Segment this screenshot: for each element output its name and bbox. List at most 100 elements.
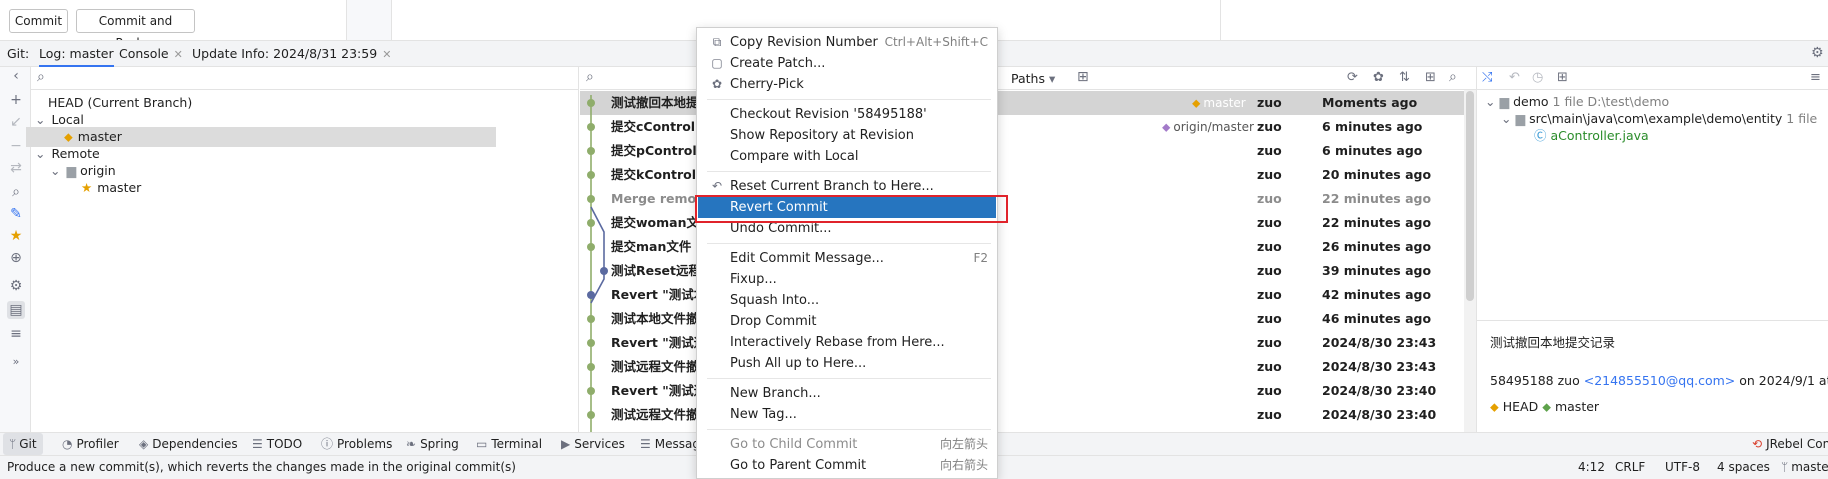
messages-icon: ☰ [640,437,651,451]
git-label: Git: [7,46,30,61]
commit-button[interactable]: Commit [9,9,68,33]
details-date: on 2024/9/1 at 0:21 [1739,373,1828,388]
commit-date: 42 minutes ago [1322,287,1432,302]
commit-and-push-button[interactable]: Commit and Push... [76,9,195,50]
settings-icon[interactable]: ⚙ [7,277,25,295]
package-meta: 1 file [1786,111,1818,126]
file-encoding[interactable]: UTF-8 [1665,460,1700,474]
menu-item-compare-with-local[interactable]: Compare with Local [698,146,996,167]
menu-item-label: Copy Revision Number [730,35,878,50]
menu-item-label: Cherry-Pick [730,77,804,92]
details-title: 测试撤回本地提交记录 [1490,335,1616,350]
tab-log-master[interactable]: Log: master [39,41,114,67]
tool-jrebel-console[interactable]: ⟲JRebel Cons [1752,433,1828,455]
menu-item-new-tag[interactable]: New Tag... [698,404,996,425]
collapse-icon[interactable]: ≡ [1810,70,1821,85]
graph-node [587,243,595,251]
search-icon[interactable]: ⌕ [1449,69,1457,85]
tag-icon: ⬥ [1192,96,1201,110]
menu-item-go-to-parent-commit[interactable]: Go to Parent Commit 向右箭头 [698,455,996,476]
arrow-down-left-icon[interactable]: ↙ [7,113,25,131]
menu-item-show-repository[interactable]: Show Repository at Revision [698,125,996,146]
tool-messages[interactable]: ☰ Messag [640,433,700,455]
refresh-icon[interactable]: ⟳ [1347,70,1358,85]
layout-icon[interactable]: ▤ [7,301,25,319]
revert-icon[interactable]: ↶ [1509,70,1520,85]
git-branch-widget[interactable]: ᛘmaster [1781,460,1828,474]
tool-problems[interactable]: ⓘ Problems [321,433,392,455]
tool-spring[interactable]: ❧ Spring [406,433,459,455]
add-filter-icon[interactable]: ⊞ [1077,69,1089,85]
commit-date: 2024/8/30 23:40 [1322,407,1437,422]
profiler-icon: ◔ [62,437,73,451]
menu-item-create-patch[interactable]: ▢ Create Patch... [698,53,996,74]
branch-search-field[interactable]: ⌕ [31,67,579,90]
tab-update-info[interactable]: Update Info: 2024/8/31 23:59 ✕ [192,41,391,67]
tag-icon: ⬥ [1162,120,1171,134]
delete-icon[interactable]: − [7,137,25,155]
collapse-icon[interactable]: ≡ [7,325,25,343]
search-icon[interactable]: ⌕ [7,183,25,201]
tool-terminal[interactable]: ▭ Terminal [476,433,542,455]
add-icon[interactable]: + [7,91,25,109]
cherry-pick-icon[interactable]: ✿ [1373,70,1384,85]
copy-icon: ⧉ [712,35,722,49]
git-branch-icon: ᛘ [1781,460,1789,474]
folder-icon: ▆ [1515,111,1526,126]
more-icon[interactable]: » [7,353,25,371]
close-icon[interactable]: ✕ [174,48,183,61]
navigate-icon[interactable]: ⊕ [7,249,25,267]
update-icon[interactable]: ✎ [7,205,25,223]
paths-filter[interactable]: Paths ▾ [1011,71,1055,86]
graph-node [587,123,595,131]
log-scrollbar-thumb[interactable] [1466,91,1474,301]
menu-item-reset-current-branch[interactable]: ↶ Reset Current Branch to Here... [698,176,996,197]
menu-item-cherry-pick[interactable]: ✿ Cherry-Pick [698,74,996,95]
commit-date: 20 minutes ago [1322,167,1432,182]
tool-git[interactable]: ᛘ Git [3,433,43,455]
history-icon[interactable]: ◷ [1532,70,1543,85]
commit-author: zuo [1257,311,1282,326]
graph-node [587,171,595,179]
merge-icon[interactable]: ⇄ [7,159,25,177]
commit-date: 6 minutes ago [1322,143,1423,158]
branch-tag-label: origin/master [1173,120,1254,134]
tab-console[interactable]: Console ✕ [119,41,183,67]
details-email[interactable]: <214855510@qq.com> [1584,373,1736,388]
tool-services[interactable]: ▶ Services [561,433,625,455]
package-name: src\main\java\com\example\demo\entity [1529,111,1783,126]
tool-todo[interactable]: ☰ TODO [252,433,302,455]
changed-file[interactable]: ⒸaController.java [1534,126,1649,146]
caret-position[interactable]: 4:12 [1578,460,1605,474]
chevron-left-icon[interactable]: ‹ [7,67,25,85]
view-options-icon[interactable]: ⊞ [1425,70,1436,85]
branch-origin-master[interactable]: ★ master [81,178,141,198]
tool-dependencies[interactable]: ◈ Dependencies [139,433,238,455]
menu-item-go-to-child-commit[interactable]: Go to Child Commit 向左箭头 [698,434,996,455]
commit-graph [587,95,608,432]
menu-item-push-all-up-to-here[interactable]: Push All up to Here... [698,353,996,374]
line-separator[interactable]: CRLF [1615,460,1645,474]
tool-label: Terminal [491,437,543,451]
menu-item-new-branch[interactable]: New Branch... [698,383,996,404]
menu-item-label: Checkout Revision '58495188' [730,107,927,122]
folder-icon: ▆ [66,163,77,178]
menu-item-checkout-revision[interactable]: Checkout Revision '58495188' [698,104,996,125]
menu-item-drop-commit[interactable]: Drop Commit [698,311,996,332]
diff-icon[interactable]: ⤭ [1482,70,1492,85]
menu-item-edit-commit-message[interactable]: Edit Commit Message... F2 [698,248,996,269]
commit-date: 26 minutes ago [1322,239,1432,254]
menu-item-squash-into[interactable]: Squash Into... [698,290,996,311]
toolbar-divider [1220,0,1221,40]
close-icon[interactable]: ✕ [382,48,391,61]
indent-setting[interactable]: 4 spaces [1717,460,1770,474]
grid-icon[interactable]: ⊞ [1557,70,1568,85]
gear-icon[interactable]: ⚙ [1811,45,1824,61]
star-icon[interactable]: ★ [7,227,25,245]
menu-item-copy-revision-number[interactable]: ⧉ Copy Revision Number Ctrl+Alt+Shift+C [698,32,996,53]
sort-icon[interactable]: ⇅ [1399,70,1410,85]
tool-profiler[interactable]: ◔ Profiler [62,433,119,455]
commit-details-panel: ⤭ ↶ ◷ ⊞ ≡ ⌄ ▆ demo 1 file D:\test\demo ⌄ ▆ s… [1476,67,1828,432]
menu-item-fixup[interactable]: Fixup... [698,269,996,290]
menu-item-interactive-rebase[interactable]: Interactively Rebase from Here... [698,332,996,353]
